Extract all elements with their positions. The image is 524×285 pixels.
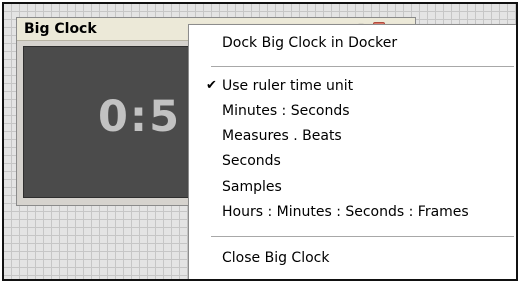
menu-item-hours-minutes-seconds-frames[interactable]: Hours : Minutes : Seconds : Frames xyxy=(189,201,516,223)
menu-item-samples[interactable]: Samples xyxy=(189,176,516,198)
screenshot-frame: Big Clock ▾ 0:5 Dock Big Clock in Docker… xyxy=(2,2,518,281)
menu-item-measures-beats[interactable]: Measures . Beats xyxy=(189,125,516,147)
menu-item-label: Seconds xyxy=(222,153,281,169)
menu-item-seconds[interactable]: Seconds xyxy=(189,150,516,172)
menu-item-label: Close Big Clock xyxy=(222,250,330,266)
menu-item-label: Measures . Beats xyxy=(222,128,342,144)
menu-item-label: Samples xyxy=(222,179,282,195)
menu-item-use-ruler-time-unit[interactable]: ✔ Use ruler time unit xyxy=(189,75,516,97)
menu-separator xyxy=(211,66,514,67)
menu-item-dock-in-docker[interactable]: Dock Big Clock in Docker xyxy=(189,32,516,54)
menu-item-minutes-seconds[interactable]: Minutes : Seconds xyxy=(189,100,516,122)
menu-item-label: Minutes : Seconds xyxy=(222,103,350,119)
menu-item-label: Use ruler time unit xyxy=(222,78,354,94)
clock-time-readout: 0:5 xyxy=(98,92,182,142)
checkmark-icon: ✔ xyxy=(206,78,217,93)
context-menu: Dock Big Clock in Docker ✔ Use ruler tim… xyxy=(188,24,516,279)
menu-separator xyxy=(211,236,514,237)
menu-item-close-big-clock[interactable]: Close Big Clock xyxy=(189,247,516,269)
window-title: Big Clock xyxy=(24,21,97,37)
menu-item-label: Dock Big Clock in Docker xyxy=(222,35,398,51)
menu-item-label: Hours : Minutes : Seconds : Frames xyxy=(222,204,469,220)
